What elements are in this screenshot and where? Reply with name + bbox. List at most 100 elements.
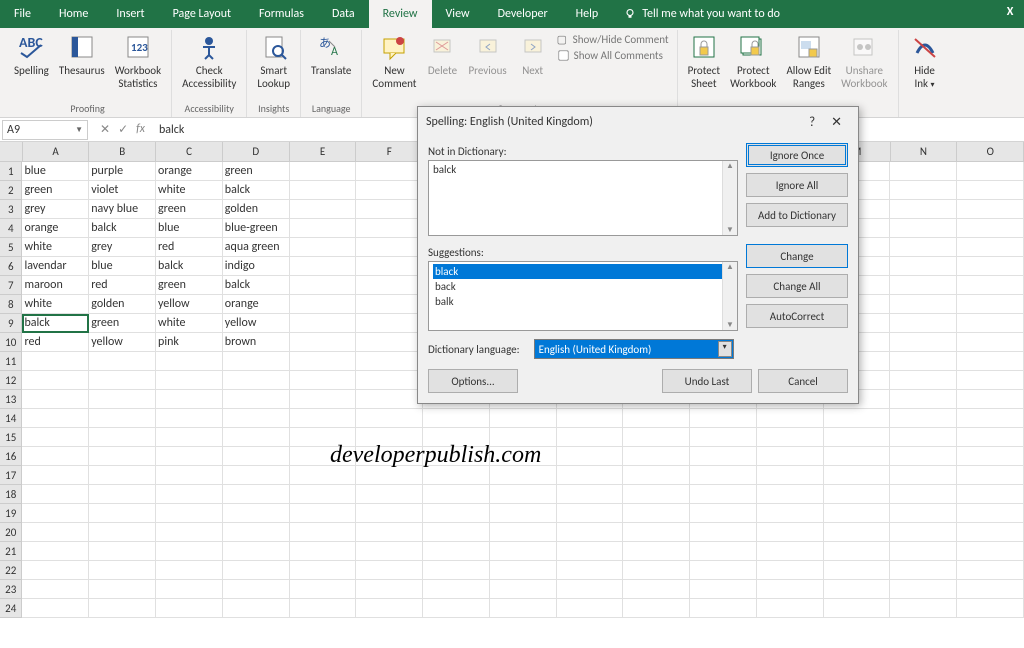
cell-C14[interactable] bbox=[156, 409, 223, 428]
cancel-button[interactable]: Cancel bbox=[758, 369, 848, 393]
cell-G22[interactable] bbox=[423, 561, 490, 580]
cell-G14[interactable] bbox=[423, 409, 490, 428]
cell-O12[interactable] bbox=[957, 371, 1024, 390]
cell-C11[interactable] bbox=[156, 352, 223, 371]
cell-C5[interactable]: red bbox=[156, 238, 223, 257]
cell-H23[interactable] bbox=[490, 580, 557, 599]
row-header-17[interactable]: 17 bbox=[0, 466, 22, 485]
cell-B14[interactable] bbox=[89, 409, 156, 428]
cell-M19[interactable] bbox=[824, 504, 891, 523]
cell-F24[interactable] bbox=[356, 599, 423, 618]
cell-F20[interactable] bbox=[356, 523, 423, 542]
cell-N1[interactable] bbox=[890, 162, 957, 181]
wbstats-button[interactable]: 123WorkbookStatistics bbox=[111, 30, 165, 92]
cell-F10[interactable] bbox=[356, 333, 423, 352]
cell-F9[interactable] bbox=[356, 314, 423, 333]
add-to-dictionary-button[interactable]: Add to Dictionary bbox=[746, 203, 848, 227]
cell-O17[interactable] bbox=[957, 466, 1024, 485]
cell-H21[interactable] bbox=[490, 542, 557, 561]
column-header-F[interactable]: F bbox=[356, 142, 423, 162]
cell-E3[interactable] bbox=[290, 200, 357, 219]
cell-D5[interactable]: aqua green bbox=[223, 238, 290, 257]
cell-O1[interactable] bbox=[957, 162, 1024, 181]
cell-B1[interactable]: purple bbox=[89, 162, 156, 181]
cell-B24[interactable] bbox=[89, 599, 156, 618]
cell-I19[interactable] bbox=[557, 504, 624, 523]
cell-N21[interactable] bbox=[890, 542, 957, 561]
cell-B23[interactable] bbox=[89, 580, 156, 599]
cell-G18[interactable] bbox=[423, 485, 490, 504]
cell-K16[interactable] bbox=[690, 447, 757, 466]
cell-O3[interactable] bbox=[957, 200, 1024, 219]
cell-M17[interactable] bbox=[824, 466, 891, 485]
cell-D13[interactable] bbox=[223, 390, 290, 409]
cell-C7[interactable]: green bbox=[156, 276, 223, 295]
cell-A8[interactable]: white bbox=[22, 295, 89, 314]
cell-L14[interactable] bbox=[757, 409, 824, 428]
column-header-D[interactable]: D bbox=[223, 142, 290, 162]
row-header-16[interactable]: 16 bbox=[0, 447, 22, 466]
cell-D3[interactable]: golden bbox=[223, 200, 290, 219]
tell-me-search[interactable]: Tell me what you want to do bbox=[612, 0, 792, 28]
cell-D14[interactable] bbox=[223, 409, 290, 428]
alloweditranges-button[interactable]: Allow EditRanges bbox=[782, 30, 835, 92]
cell-F14[interactable] bbox=[356, 409, 423, 428]
cell-D7[interactable]: balck bbox=[223, 276, 290, 295]
cell-N3[interactable] bbox=[890, 200, 957, 219]
cell-A16[interactable] bbox=[22, 447, 89, 466]
cell-F12[interactable] bbox=[356, 371, 423, 390]
cell-B9[interactable]: green bbox=[89, 314, 156, 333]
cell-C13[interactable] bbox=[156, 390, 223, 409]
cell-D21[interactable] bbox=[223, 542, 290, 561]
row-header-3[interactable]: 3 bbox=[0, 200, 22, 219]
cell-E21[interactable] bbox=[290, 542, 357, 561]
cell-N22[interactable] bbox=[890, 561, 957, 580]
cell-I16[interactable] bbox=[557, 447, 624, 466]
row-header-1[interactable]: 1 bbox=[0, 162, 22, 181]
cell-J20[interactable] bbox=[623, 523, 690, 542]
chevron-down-icon[interactable]: ▾ bbox=[718, 341, 732, 357]
cell-K14[interactable] bbox=[690, 409, 757, 428]
cell-B5[interactable]: grey bbox=[89, 238, 156, 257]
menu-tab-help[interactable]: Help bbox=[562, 0, 613, 28]
cell-K20[interactable] bbox=[690, 523, 757, 542]
column-header-E[interactable]: E bbox=[290, 142, 357, 162]
cell-E24[interactable] bbox=[290, 599, 357, 618]
cell-C8[interactable]: yellow bbox=[156, 295, 223, 314]
row-header-18[interactable]: 18 bbox=[0, 485, 22, 504]
cell-C18[interactable] bbox=[156, 485, 223, 504]
cell-F18[interactable] bbox=[356, 485, 423, 504]
cell-E7[interactable] bbox=[290, 276, 357, 295]
cell-O10[interactable] bbox=[957, 333, 1024, 352]
row-header-19[interactable]: 19 bbox=[0, 504, 22, 523]
cell-A20[interactable] bbox=[22, 523, 89, 542]
cell-I23[interactable] bbox=[557, 580, 624, 599]
cell-C12[interactable] bbox=[156, 371, 223, 390]
column-header-O[interactable]: O bbox=[957, 142, 1024, 162]
cell-F5[interactable] bbox=[356, 238, 423, 257]
undo-last-button[interactable]: Undo Last bbox=[662, 369, 752, 393]
cell-E5[interactable] bbox=[290, 238, 357, 257]
cell-L17[interactable] bbox=[757, 466, 824, 485]
menu-tab-formulas[interactable]: Formulas bbox=[245, 0, 318, 28]
cell-D17[interactable] bbox=[223, 466, 290, 485]
cell-L20[interactable] bbox=[757, 523, 824, 542]
cell-F11[interactable] bbox=[356, 352, 423, 371]
cell-A11[interactable] bbox=[22, 352, 89, 371]
cell-J19[interactable] bbox=[623, 504, 690, 523]
cell-N20[interactable] bbox=[890, 523, 957, 542]
cell-G24[interactable] bbox=[423, 599, 490, 618]
cell-D19[interactable] bbox=[223, 504, 290, 523]
cell-A2[interactable]: green bbox=[22, 181, 89, 200]
cell-A10[interactable]: red bbox=[22, 333, 89, 352]
cell-E13[interactable] bbox=[290, 390, 357, 409]
cell-M24[interactable] bbox=[824, 599, 891, 618]
cell-J14[interactable] bbox=[623, 409, 690, 428]
cell-D2[interactable]: balck bbox=[223, 181, 290, 200]
cell-J18[interactable] bbox=[623, 485, 690, 504]
cell-F8[interactable] bbox=[356, 295, 423, 314]
cell-B22[interactable] bbox=[89, 561, 156, 580]
cell-B19[interactable] bbox=[89, 504, 156, 523]
row-header-12[interactable]: 12 bbox=[0, 371, 22, 390]
cell-B8[interactable]: golden bbox=[89, 295, 156, 314]
